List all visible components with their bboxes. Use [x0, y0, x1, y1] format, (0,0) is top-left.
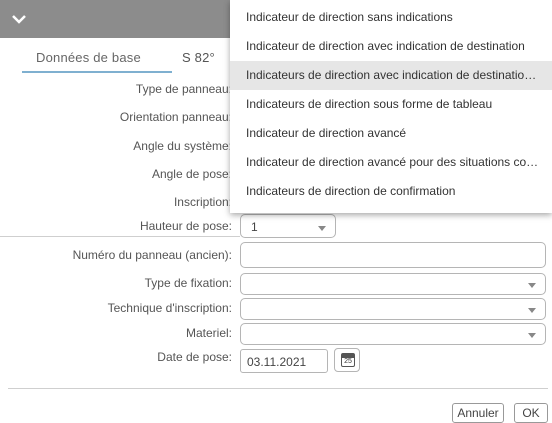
- date-pose-label: Date de pose:: [157, 350, 232, 364]
- tab-donnees-de-base[interactable]: Données de base: [36, 50, 141, 65]
- chevron-down-icon[interactable]: [10, 10, 28, 28]
- tab-s-82[interactable]: S 82°: [182, 50, 215, 65]
- technique-inscription-label: Technique d'inscription:: [107, 301, 232, 315]
- active-tab-indicator: [22, 71, 172, 73]
- date-pose-input[interactable]: 03.11.2021: [240, 349, 328, 373]
- dropdown-option[interactable]: Indicateur de direction avancé pour des …: [230, 148, 552, 177]
- footer-divider: [8, 388, 548, 389]
- inscription-label: Inscription:: [173, 195, 232, 209]
- orientation-panneau-label: Orientation panneau:: [119, 110, 232, 124]
- ok-button[interactable]: OK: [514, 403, 548, 423]
- technique-inscription-select[interactable]: [240, 298, 546, 320]
- chevron-down-icon: [528, 308, 536, 313]
- dropdown-option[interactable]: Indicateur de direction avec indication …: [230, 32, 552, 61]
- dropdown-option-selected[interactable]: Indicateurs de direction avec indication…: [230, 61, 552, 90]
- dropdown-option[interactable]: Indicateurs de direction sous forme de t…: [230, 90, 552, 119]
- angle-systeme-label: Angle du système:: [133, 139, 232, 153]
- calendar-icon: 25: [341, 353, 355, 367]
- hauteur-pose-label: Hauteur de pose:: [139, 219, 232, 233]
- numero-panneau-label: Numéro du panneau (ancien):: [72, 248, 232, 262]
- date-pose-value: 03.11.2021: [247, 355, 307, 369]
- chevron-down-icon: [528, 333, 536, 338]
- calendar-button[interactable]: 25: [334, 348, 360, 372]
- angle-pose-label: Angle de pose:: [151, 167, 232, 181]
- section-divider: [0, 236, 240, 237]
- materiel-select[interactable]: [240, 323, 546, 345]
- materiel-label: Materiel:: [185, 326, 232, 340]
- dropdown-option[interactable]: Indicateurs de direction de confirmation: [230, 177, 552, 206]
- type-fixation-select[interactable]: [240, 273, 546, 295]
- chevron-down-icon: [318, 226, 326, 231]
- hauteur-pose-value: 1: [251, 220, 258, 234]
- dropdown-option[interactable]: Indicateur de direction sans indications: [230, 3, 552, 32]
- type-fixation-label: Type de fixation:: [144, 276, 232, 290]
- chevron-down-icon: [528, 283, 536, 288]
- type-panneau-label: Type de panneau:: [135, 82, 232, 96]
- numero-panneau-input[interactable]: [240, 242, 546, 268]
- cancel-button[interactable]: Annuler: [452, 403, 504, 423]
- calendar-day: 25: [344, 358, 352, 365]
- hauteur-pose-select[interactable]: 1: [240, 214, 336, 238]
- dropdown-option[interactable]: Indicateur de direction avancé: [230, 119, 552, 148]
- type-panneau-dropdown-list: Indicateur de direction sans indications…: [230, 0, 552, 213]
